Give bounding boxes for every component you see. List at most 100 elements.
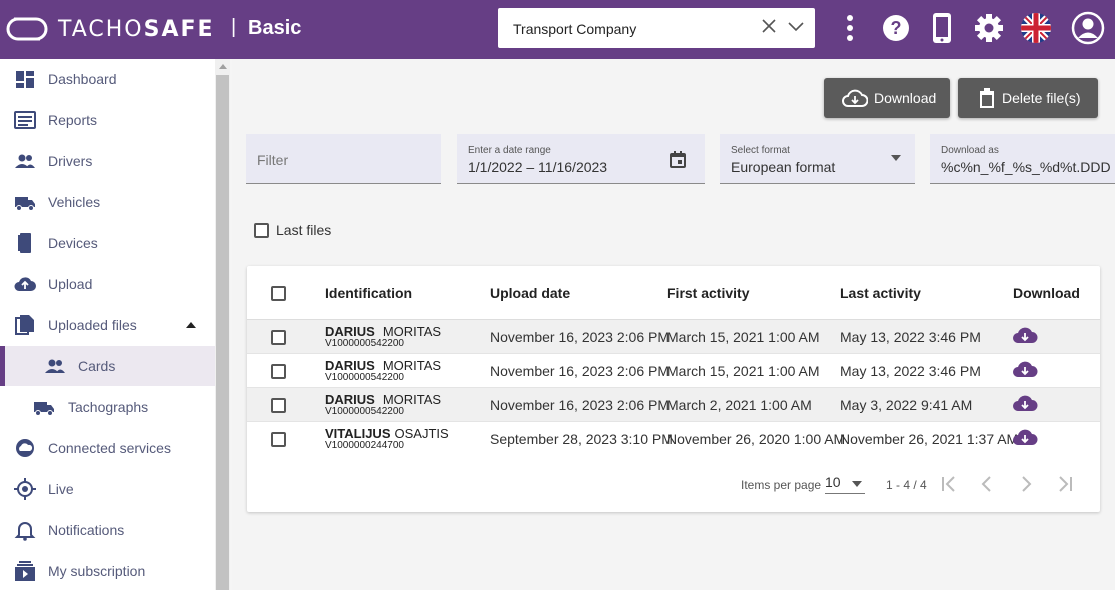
cloud-download-icon xyxy=(842,89,868,107)
table-row[interactable]: DARIUS MORITAS V1000000542200 November 16… xyxy=(247,388,1100,422)
drivers-icon xyxy=(15,154,35,168)
bell-icon xyxy=(14,522,36,541)
phone-icon[interactable] xyxy=(925,10,959,46)
help-icon[interactable]: ? xyxy=(879,10,913,46)
sidebar-item-dashboard[interactable]: Dashboard xyxy=(0,59,215,99)
cloud-download-icon[interactable] xyxy=(1012,426,1038,448)
upload-date-cell: November 16, 2023 2:06 PM xyxy=(490,329,669,345)
items-per-page-select[interactable]: 10 xyxy=(825,474,865,494)
sidebar-item-connected-services[interactable]: Connected services xyxy=(0,428,215,468)
column-header-download: Download xyxy=(1013,285,1080,301)
last-files-label: Last files xyxy=(276,222,332,238)
svg-text:?: ? xyxy=(891,18,902,38)
sidebar-item-vehicles[interactable]: Vehicles xyxy=(0,182,215,222)
cloud-download-icon[interactable] xyxy=(1012,392,1038,414)
download-button[interactable]: Download xyxy=(824,78,950,118)
filter-input[interactable]: Filter xyxy=(246,134,441,184)
first-activity-cell: March 2, 2021 1:00 AM xyxy=(667,397,812,413)
cloud-download-icon[interactable] xyxy=(1012,358,1038,380)
truck-icon xyxy=(34,402,54,416)
sidebar-item-label: Drivers xyxy=(48,153,93,169)
delete-files-button[interactable]: Delete file(s) xyxy=(958,78,1098,118)
last-files-option[interactable]: Last files xyxy=(254,222,331,238)
sidebar-item-tachographs[interactable]: Tachographs xyxy=(0,387,215,427)
row-checkbox[interactable] xyxy=(271,330,286,345)
reports-icon xyxy=(14,111,36,129)
column-header-first-activity[interactable]: First activity xyxy=(667,285,749,301)
previous-page-icon[interactable] xyxy=(976,473,998,495)
column-header-identification[interactable]: Identification xyxy=(325,285,412,301)
identification-cell: VITALIJUS OSAJTIS V1000000244700 xyxy=(325,425,449,451)
last-activity-cell: November 26, 2021 1:37 AM xyxy=(840,431,1019,447)
dropdown-arrow-icon[interactable] xyxy=(891,155,901,161)
page-range: 1 - 4 / 4 xyxy=(886,478,927,492)
table-row[interactable]: VITALIJUS OSAJTIS V1000000244700 Septembe… xyxy=(247,422,1100,456)
sidebar-item-devices[interactable]: Devices xyxy=(0,223,215,263)
row-checkbox[interactable] xyxy=(271,364,286,379)
date-range-label: Enter a date range xyxy=(468,145,551,156)
sidebar-item-label: My subscription xyxy=(48,563,146,579)
column-header-last-activity[interactable]: Last activity xyxy=(840,285,921,301)
trash-icon xyxy=(980,88,994,108)
chevron-up-icon[interactable] xyxy=(186,322,196,328)
target-icon xyxy=(14,478,36,500)
download-button-label: Download xyxy=(874,90,937,106)
date-range-field[interactable]: Enter a date range 1/1/2022 – 11/16/2023 xyxy=(457,134,705,184)
sidebar-item-label: Reports xyxy=(48,112,98,128)
card-number: V1000000542200 xyxy=(325,372,404,383)
scrollbar-thumb[interactable] xyxy=(216,75,229,590)
driver-first-name: DARIUS xyxy=(325,324,375,339)
sidebar-item-label: Uploaded files xyxy=(48,317,137,333)
sidebar-item-uploaded-files[interactable]: Uploaded files xyxy=(0,305,215,345)
sidebar-item-drivers[interactable]: Drivers xyxy=(0,141,215,181)
tachosafe-logo[interactable] xyxy=(6,13,48,45)
next-page-icon[interactable] xyxy=(1015,473,1037,495)
row-checkbox[interactable] xyxy=(271,432,286,447)
download-as-value: %c%n_%f_%s_%d%t.DDD xyxy=(941,159,1111,175)
download-as-label: Download as xyxy=(941,145,999,156)
first-activity-cell: March 15, 2021 1:00 AM xyxy=(667,363,820,379)
driver-first-name: VITALIJUS xyxy=(325,426,391,441)
sidebar-item-upload[interactable]: Upload xyxy=(0,264,215,304)
column-header-upload-date[interactable]: Upload date xyxy=(490,285,570,301)
table-row[interactable]: DARIUS MORITAS V1000000542200 November 16… xyxy=(247,320,1100,354)
top-bar: TACHOSAFE | Basic Transport Company ? xyxy=(0,0,1115,59)
chevron-down-icon[interactable] xyxy=(788,20,804,34)
gear-icon[interactable] xyxy=(972,10,1006,46)
sidebar-item-reports[interactable]: Reports xyxy=(0,100,215,140)
items-per-page-value: 10 xyxy=(825,474,841,490)
account-icon[interactable] xyxy=(1071,10,1105,46)
sidebar-item-cards[interactable]: Cards xyxy=(0,346,215,386)
last-files-checkbox[interactable] xyxy=(254,222,269,238)
identification-cell: DARIUS MORITAS V1000000542200 xyxy=(325,357,441,383)
cloud-download-icon[interactable] xyxy=(1012,324,1038,346)
driver-last-name: OSAJTIS xyxy=(394,426,449,441)
table-row[interactable]: DARIUS MORITAS V1000000542200 November 16… xyxy=(247,354,1100,388)
first-page-icon[interactable] xyxy=(938,473,960,495)
sidebar-item-label: Live xyxy=(48,481,74,497)
calendar-icon[interactable] xyxy=(670,151,686,168)
format-select[interactable]: Select format European format xyxy=(720,134,915,184)
upload-date-cell: November 16, 2023 2:06 PM xyxy=(490,363,669,379)
main-content: Download Delete file(s) Filter Enter a d… xyxy=(232,59,1115,590)
company-select[interactable]: Transport Company xyxy=(498,8,815,48)
clear-icon[interactable] xyxy=(761,18,777,34)
last-activity-cell: May 3, 2022 9:41 AM xyxy=(840,397,973,413)
sidebar-item-my-subscription[interactable]: My subscription xyxy=(0,551,215,590)
driver-last-name: MORITAS xyxy=(382,324,442,339)
more-vert-icon[interactable] xyxy=(833,10,867,46)
scroll-up-arrow-icon[interactable] xyxy=(219,64,227,69)
uk-flag-icon[interactable] xyxy=(1019,10,1053,46)
filter-placeholder: Filter xyxy=(257,152,289,168)
row-checkbox[interactable] xyxy=(271,398,286,413)
last-page-icon[interactable] xyxy=(1054,473,1076,495)
download-as-field[interactable]: Download as %c%n_%f_%s_%d%t.DDD xyxy=(930,134,1115,184)
date-range-value: 1/1/2022 – 11/16/2023 xyxy=(468,159,608,175)
sidebar-scrollbar[interactable] xyxy=(215,59,230,590)
sidebar-item-live[interactable]: Live xyxy=(0,469,215,509)
subscription-icon xyxy=(15,561,35,581)
sidebar-item-notifications[interactable]: Notifications xyxy=(0,510,215,550)
identification-cell: DARIUS MORITAS V1000000542200 xyxy=(325,391,441,417)
select-all-checkbox[interactable] xyxy=(271,286,286,301)
card-number: V1000000542200 xyxy=(325,338,404,349)
